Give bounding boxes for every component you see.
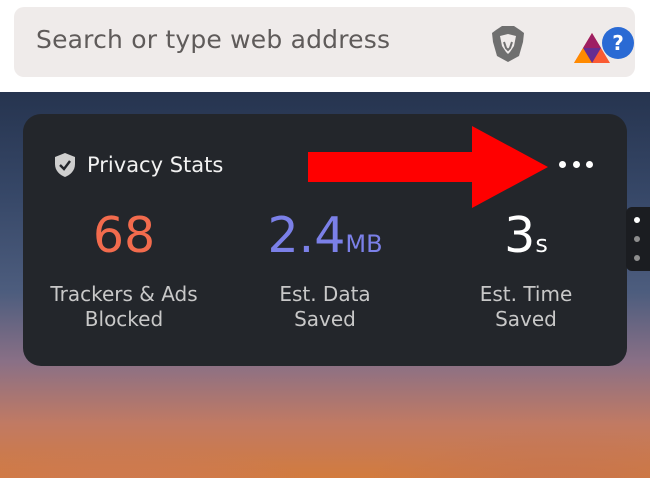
shield-check-icon: [55, 153, 75, 177]
address-bar[interactable]: Search or type web address ?: [14, 7, 635, 77]
more-dot: [586, 160, 593, 168]
page-indicator[interactable]: [626, 207, 650, 271]
page-dot-active: [634, 217, 640, 223]
more-options-icon[interactable]: [559, 152, 593, 176]
stat-label: Est. Data Saved: [279, 282, 371, 331]
widget-title: Privacy Stats: [87, 153, 224, 177]
more-dot: [559, 160, 566, 168]
stat-trackers-blocked: 68 Trackers & Ads Blocked: [39, 208, 209, 332]
stat-time-saved: 3s Est. Time Saved: [441, 208, 611, 332]
widget-header: Privacy Stats: [53, 150, 223, 180]
stat-label: Est. Time Saved: [479, 282, 573, 331]
top-bar: Search or type web address ?: [0, 0, 650, 92]
annotation-arrow: [308, 126, 548, 208]
stat-label: Trackers & Ads Blocked: [50, 282, 198, 331]
search-placeholder: Search or type web address: [36, 25, 391, 54]
page-dot: [634, 236, 640, 242]
page-dot: [634, 255, 640, 261]
brave-lion-icon[interactable]: [486, 21, 530, 65]
stat-value: 2.4MB: [267, 207, 383, 264]
help-badge-icon[interactable]: ?: [602, 27, 634, 59]
stat-value: 3s: [504, 207, 548, 264]
stat-value: 68: [92, 207, 156, 264]
stat-data-saved: 2.4MB Est. Data Saved: [240, 208, 410, 332]
more-dot: [572, 160, 580, 168]
